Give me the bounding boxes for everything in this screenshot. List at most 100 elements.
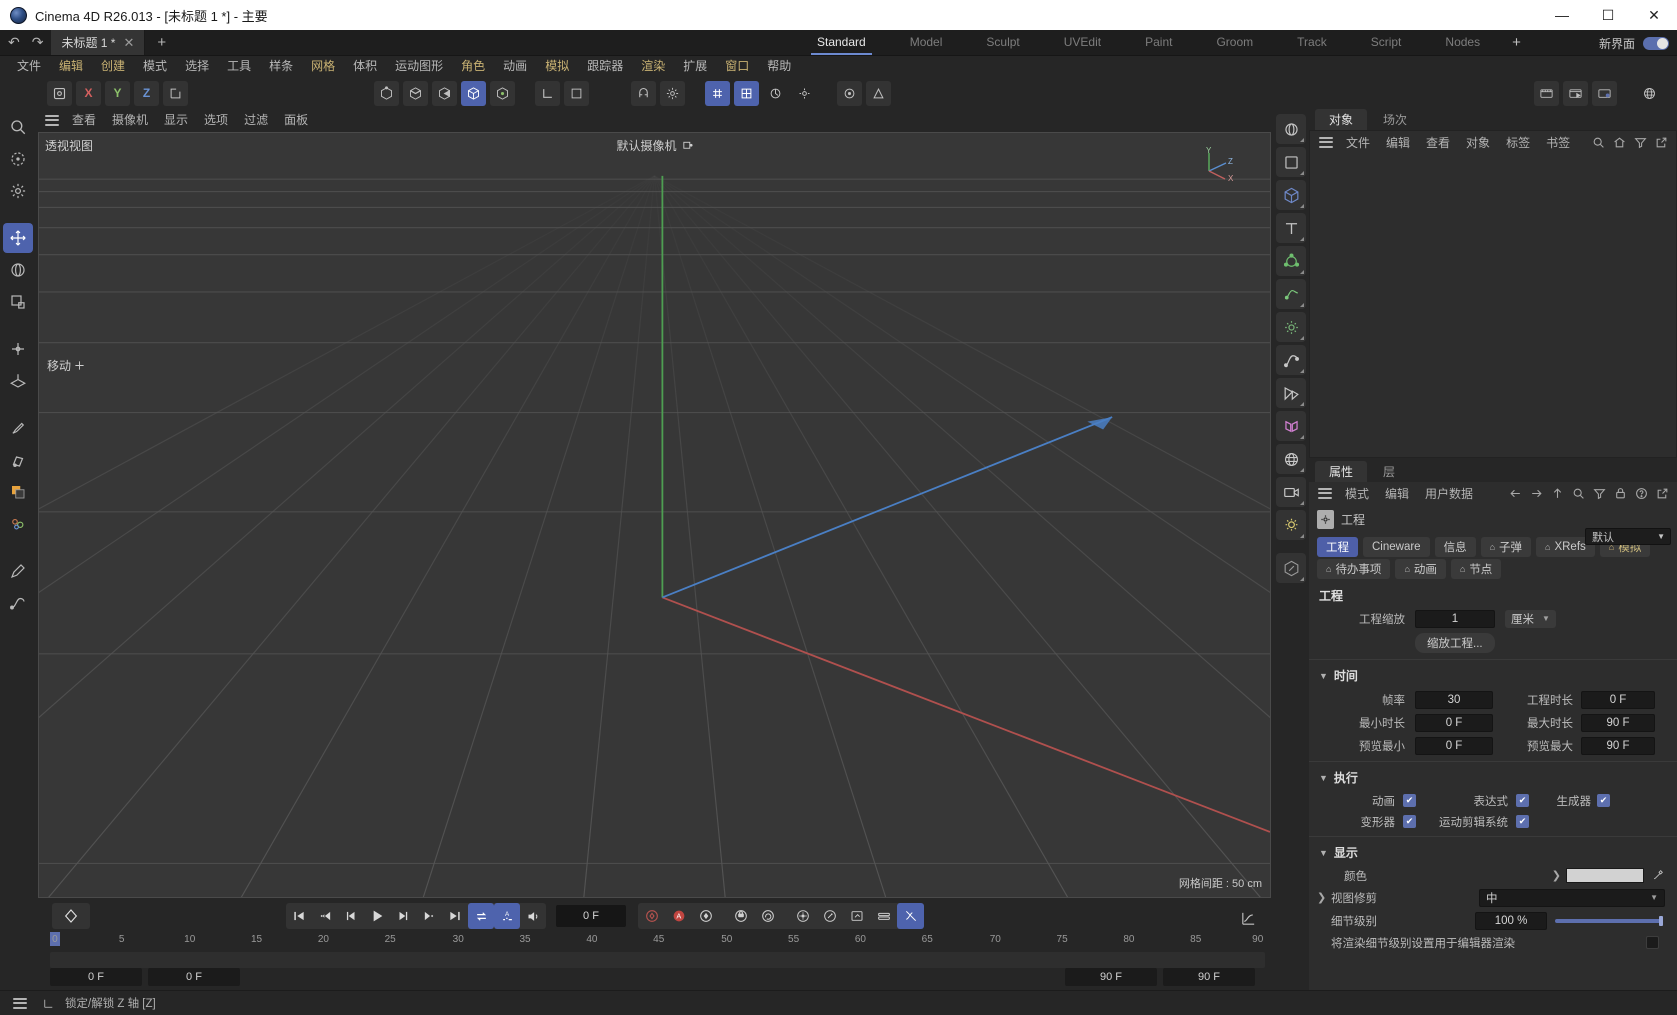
filter-icon[interactable]: [1634, 136, 1647, 149]
preset-dropdown[interactable]: 默认 ▼: [1585, 528, 1671, 545]
execution-section-header[interactable]: ▼ 执行: [1309, 761, 1677, 790]
viewport-menu-panel[interactable]: 面板: [276, 110, 316, 130]
tab-takes[interactable]: 场次: [1369, 109, 1421, 130]
eyedropper-icon[interactable]: [1652, 868, 1665, 884]
viewport-menu-view[interactable]: 查看: [64, 110, 104, 130]
generator-checkbox[interactable]: ✔: [1597, 794, 1610, 807]
timeline-ruler[interactable]: 0 5 10 15 20 25 30 35 40 45 50 55 60 65 …: [50, 930, 1265, 952]
goto-end-button[interactable]: [442, 903, 468, 929]
snap-settings-icon[interactable]: [792, 81, 817, 106]
duration-field[interactable]: 0 F: [1581, 690, 1655, 709]
chip-nodes[interactable]: ⌂ 节点: [1450, 559, 1502, 579]
menu-help[interactable]: 帮助: [758, 56, 800, 76]
point-mode-icon[interactable]: [374, 80, 399, 106]
lock-y-axis-button[interactable]: Y: [105, 80, 130, 106]
obj-menu-object[interactable]: 对象: [1458, 134, 1498, 151]
view-clip-dropdown[interactable]: 中 ▼: [1479, 888, 1665, 907]
viewport-menu-options[interactable]: 选项: [196, 110, 236, 130]
lock-icon[interactable]: [1614, 487, 1627, 500]
current-frame-field[interactable]: 0 F: [556, 905, 626, 927]
preview-max-field[interactable]: 90 F: [1581, 736, 1655, 755]
close-button[interactable]: ✕: [1631, 0, 1677, 30]
maximize-button[interactable]: ☐: [1585, 0, 1631, 30]
layout-tab-groom[interactable]: Groom: [1194, 30, 1275, 56]
chip-animation[interactable]: ⌂ 动画: [1395, 559, 1446, 579]
position-key-icon[interactable]: [727, 903, 754, 929]
preview-min-field[interactable]: 0 F: [1415, 736, 1493, 755]
minimize-button[interactable]: —: [1539, 0, 1585, 30]
autokey-record-icon[interactable]: A: [665, 903, 692, 929]
pen-icon[interactable]: [3, 556, 33, 586]
sound-button[interactable]: [520, 903, 546, 929]
grid-snap-icon[interactable]: [734, 80, 759, 106]
chip-cineware[interactable]: Cineware: [1363, 537, 1430, 557]
display-section-header[interactable]: ▼ 显示: [1309, 836, 1677, 865]
document-tab[interactable]: 未标题 1 * ✕: [51, 30, 146, 55]
chip-info[interactable]: 信息: [1434, 537, 1476, 557]
undo-toolbar-icon[interactable]: [47, 80, 72, 106]
attribute-manager-menu-icon[interactable]: [1318, 487, 1332, 499]
chip-bullet[interactable]: ⌂ 子弹: [1480, 537, 1532, 557]
layout-tab-uvedit[interactable]: UVEdit: [1042, 30, 1123, 56]
filter-icon[interactable]: [1593, 487, 1606, 500]
annotation-icon[interactable]: [866, 80, 891, 106]
deformer-icon[interactable]: [837, 80, 862, 106]
generator-icon[interactable]: [1276, 246, 1306, 276]
magnifier-icon[interactable]: [3, 112, 33, 142]
prev-key-button[interactable]: [312, 903, 338, 929]
keyframe-selection-icon[interactable]: [692, 903, 719, 929]
min-time-field[interactable]: 0 F: [1415, 713, 1493, 732]
help-icon[interactable]: [1635, 487, 1648, 500]
status-menu-icon[interactable]: [13, 997, 27, 1009]
globe-icon[interactable]: [1276, 444, 1306, 474]
layout-tab-nodes[interactable]: Nodes: [1423, 30, 1502, 56]
search-icon[interactable]: [1592, 136, 1605, 149]
chip-todo[interactable]: ⌂ 待办事项: [1317, 559, 1391, 579]
menu-tracker[interactable]: 跟踪器: [578, 56, 632, 76]
prev-frame-button[interactable]: [338, 903, 364, 929]
menu-extensions[interactable]: 扩展: [674, 56, 716, 76]
deformer-rail-icon[interactable]: [1276, 279, 1306, 309]
layout-tab-sculpt[interactable]: Sculpt: [964, 30, 1041, 56]
lod-field[interactable]: 100 %: [1475, 911, 1547, 930]
record-keyframe-icon[interactable]: [638, 903, 665, 929]
timeline-graph-icon[interactable]: [1235, 906, 1261, 930]
menu-edit[interactable]: 编辑: [50, 56, 92, 76]
environment-icon[interactable]: [1276, 312, 1306, 342]
tab-layers[interactable]: 层: [1369, 461, 1409, 482]
menu-render[interactable]: 渲染: [632, 56, 674, 76]
menu-spline[interactable]: 样条: [260, 56, 302, 76]
chip-project[interactable]: 工程: [1317, 537, 1358, 557]
motionclip-checkbox[interactable]: ✔: [1516, 815, 1529, 828]
add-layout-button[interactable]: +: [1502, 31, 1531, 55]
project-unit-dropdown[interactable]: 厘米 ▼: [1505, 609, 1556, 628]
auto-key-button[interactable]: A: [494, 903, 520, 929]
color-swatch[interactable]: [1566, 868, 1644, 883]
up-arrow-icon[interactable]: [1551, 487, 1564, 500]
viewport-menu-display[interactable]: 显示: [156, 110, 196, 130]
scale-tool-icon[interactable]: [3, 287, 33, 317]
popout-icon[interactable]: [1655, 136, 1668, 149]
mograph-icon[interactable]: [1276, 411, 1306, 441]
viewport-menu-filter[interactable]: 过滤: [236, 110, 276, 130]
obj-menu-tag[interactable]: 标签: [1498, 134, 1538, 151]
next-frame-button[interactable]: [390, 903, 416, 929]
attr-menu-edit[interactable]: 编辑: [1377, 485, 1417, 502]
menu-mograph[interactable]: 运动图形: [386, 56, 452, 76]
lock-z-axis-button[interactable]: Z: [134, 80, 159, 106]
quantize-icon[interactable]: [763, 81, 788, 106]
axis-move-icon[interactable]: [3, 334, 33, 364]
menu-character[interactable]: 角色: [452, 56, 494, 76]
viewport-menu-icon[interactable]: [45, 114, 59, 126]
next-key-button[interactable]: [416, 903, 442, 929]
disable-anim-icon[interactable]: [897, 903, 924, 929]
render-lod-checkbox[interactable]: [1646, 936, 1659, 949]
rotation-key-icon[interactable]: [754, 903, 781, 929]
array-icon[interactable]: [1276, 378, 1306, 408]
scale-project-button[interactable]: 缩放工程...: [1415, 632, 1495, 653]
range-start-field[interactable]: 0 F: [50, 968, 142, 986]
home-icon[interactable]: [1613, 136, 1626, 149]
content-browser-icon[interactable]: [1637, 81, 1662, 106]
layout-tab-standard[interactable]: Standard: [795, 30, 888, 56]
object-manager-menu-icon[interactable]: [1319, 136, 1333, 148]
